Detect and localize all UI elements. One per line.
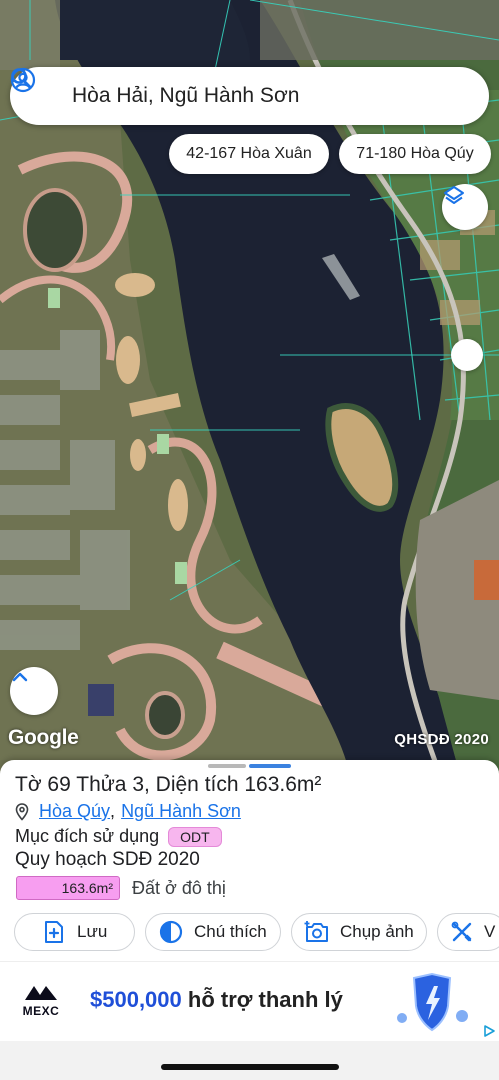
capture-label: Chụp ảnh xyxy=(340,922,414,941)
camera-add-icon xyxy=(304,919,330,945)
ad-text: hỗ trợ thanh lý xyxy=(181,987,343,1012)
expand-up-button[interactable] xyxy=(10,667,58,715)
address-separator: , xyxy=(110,801,116,821)
ward-link[interactable]: Hòa Qúy xyxy=(39,801,110,822)
panel-drag-handle-active[interactable] xyxy=(249,764,291,768)
ad-headline: $500,000 hỗ trợ thanh lý xyxy=(90,987,343,1013)
action-bar: Lưu Chú thích Chụp ảnh V xyxy=(14,913,499,951)
land-type-label: Đất ở đô thị xyxy=(132,877,226,898)
google-logo: Google xyxy=(8,726,79,749)
area-swatch: 163.6m² xyxy=(16,876,120,900)
ad-banner[interactable]: MEXC $500,000 hỗ trợ thanh lý xyxy=(0,961,499,1041)
panel-drag-handle[interactable] xyxy=(208,764,246,768)
parcel-address: Hòa Qúy , Ngũ Hành Sơn xyxy=(15,801,241,822)
shield-icon xyxy=(397,972,468,1032)
map-side-handle[interactable] xyxy=(451,339,483,371)
search-input[interactable]: Hòa Hải, Ngũ Hành Sơn xyxy=(66,84,431,108)
parcel-info-panel: Tờ 69 Thửa 3, Diện tích 163.6m² Hòa Qúy … xyxy=(0,760,499,965)
legend-label: Chú thích xyxy=(194,922,267,941)
search-bar[interactable]: Hòa Hải, Ngũ Hành Sơn xyxy=(10,67,489,125)
save-label: Lưu xyxy=(77,922,108,941)
tools-label: V xyxy=(484,922,496,941)
district-link[interactable]: Ngũ Hành Sơn xyxy=(121,801,241,822)
layers-icon xyxy=(444,186,464,204)
satellite-map[interactable]: Hòa Hải, Ngũ Hành Sơn 42-167 Hòa Xuân 71… xyxy=(0,0,499,775)
capture-button[interactable]: Chụp ảnh xyxy=(291,913,427,951)
legend-button[interactable]: Chú thích xyxy=(145,913,281,951)
parcel-title: Tờ 69 Thửa 3, Diện tích 163.6m² xyxy=(15,773,322,796)
mexc-logo: MEXC xyxy=(16,982,66,1018)
land-use-badge: ODT xyxy=(168,826,222,847)
map-layer-watermark: QHSDĐ 2020 xyxy=(394,731,489,748)
system-bottom-bar xyxy=(0,1041,499,1080)
location-pin-icon xyxy=(15,802,31,822)
plan-title: Quy hoạch SDĐ 2020 xyxy=(15,849,200,870)
chevron-up-icon xyxy=(12,672,28,682)
home-indicator[interactable] xyxy=(161,1064,339,1070)
tools-button[interactable]: V xyxy=(437,913,499,951)
ad-amount: $500,000 xyxy=(90,987,182,1012)
app-screen: Hòa Hải, Ngũ Hành Sơn 42-167 Hòa Xuân 71… xyxy=(0,0,499,1080)
add-note-icon xyxy=(41,919,67,945)
tools-icon xyxy=(450,919,474,945)
mexc-mountain-icon xyxy=(25,986,57,1000)
land-use-purpose: Mục đích sử dụng ODT xyxy=(15,826,222,847)
save-button[interactable]: Lưu xyxy=(14,913,135,951)
ad-brand: MEXC xyxy=(22,1004,60,1018)
plan-legend-row: 163.6m² Đất ở đô thị xyxy=(16,876,226,900)
adchoices-icon[interactable] xyxy=(479,1022,499,1040)
half-circle-icon xyxy=(158,919,184,945)
purpose-label: Mục đích sử dụng xyxy=(15,826,160,846)
search-icon[interactable] xyxy=(11,67,489,125)
parcel-chip-hoa-quy[interactable]: 71-180 Hòa Qúy xyxy=(339,134,491,174)
parcel-chip-hoa-xuan[interactable]: 42-167 Hòa Xuân xyxy=(169,134,329,174)
layers-button[interactable] xyxy=(442,184,488,230)
